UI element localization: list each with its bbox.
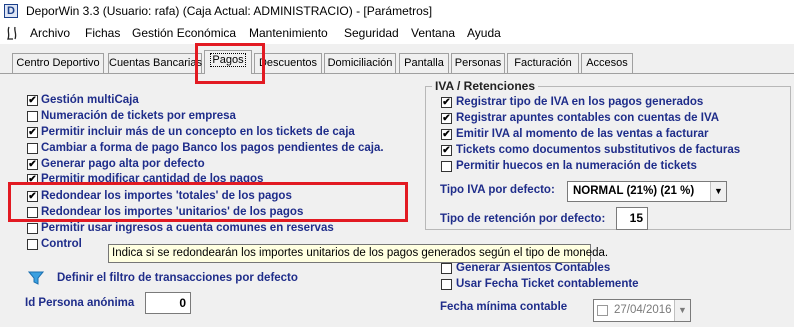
tab-cuentas-bancarias[interactable]: Cuentas Bancarias <box>108 53 202 73</box>
label-tickets-substitutivos: Tickets como documentos substitutivos de… <box>456 144 741 156</box>
checkbox-varios-conceptos[interactable]: ✔ <box>27 127 38 138</box>
retencion-label: Tipo de retención por defecto: <box>440 213 606 225</box>
window-title: DeporWin 3.3 (Usuario: rafa) (Caja Actua… <box>26 4 433 18</box>
checkbox-fecha-ticket[interactable] <box>441 279 452 290</box>
tab-accesos[interactable]: Accesos <box>581 53 633 73</box>
menu-gestion-economica[interactable]: Gestión Económica <box>132 26 236 40</box>
checkbox-gestion-multicaja[interactable]: ✔ <box>27 95 38 106</box>
persona-input[interactable]: 0 <box>145 292 191 314</box>
checkbox-numeracion-tickets[interactable] <box>27 111 38 122</box>
checkbox-control[interactable] <box>27 239 38 250</box>
tab-facturacion[interactable]: Facturación <box>507 53 579 73</box>
label-registrar-iva: Registrar tipo de IVA en los pagos gener… <box>456 96 704 108</box>
label-pago-alta: Generar pago alta por defecto <box>41 158 205 170</box>
highlight-pagos-tab <box>195 43 265 84</box>
checkbox-tickets-substitutivos[interactable]: ✔ <box>441 145 452 156</box>
tab-pantalla[interactable]: Pantalla <box>399 53 449 73</box>
document-icon[interactable] <box>6 25 22 41</box>
highlight-redondeo-options <box>8 182 408 222</box>
fecha-minima-label: Fecha mínima contable <box>440 301 568 313</box>
fecha-enable-checkbox[interactable] <box>597 305 608 316</box>
menu-fichas[interactable]: Fichas <box>85 26 120 40</box>
iva-group-title: IVA / Retenciones <box>432 79 539 93</box>
fecha-minima-picker[interactable]: 27/04/2016 ▼ <box>593 299 691 322</box>
label-fecha-ticket: Usar Fecha Ticket contablemente <box>456 278 639 290</box>
label-apuntes-contables: Registrar apuntes contables con cuentas … <box>456 112 720 124</box>
label-ingresos-cuenta: Permitir usar ingresos a cuenta comunes … <box>41 222 334 234</box>
menu-ventana[interactable]: Ventana <box>411 26 455 40</box>
label-gestion-multicaja: Gestión multiCaja <box>41 94 139 106</box>
menu-seguridad[interactable]: Seguridad <box>344 26 399 40</box>
checkbox-huecos-numeracion[interactable] <box>441 161 452 172</box>
checkbox-registrar-iva[interactable]: ✔ <box>441 97 452 108</box>
tooltip: Indica si se redondearán los importes un… <box>108 244 608 263</box>
menu-mantenimiento[interactable]: Mantenimiento <box>249 26 328 40</box>
checkbox-asientos-contables[interactable] <box>441 263 452 274</box>
tab-personas[interactable]: Personas <box>451 53 505 73</box>
checkbox-ingresos-cuenta[interactable] <box>27 223 38 234</box>
label-huecos-numeracion: Permitir huecos en la numeración de tick… <box>456 160 697 172</box>
checkbox-pago-alta[interactable]: ✔ <box>27 159 38 170</box>
label-asientos-contables: Generar Asientos Contables <box>456 262 611 274</box>
tab-domiciliacion[interactable]: Domiciliación <box>324 53 396 73</box>
tab-centro-deportivo[interactable]: Centro Deportivo <box>12 53 104 73</box>
tipo-iva-select[interactable]: NORMAL (21%) (21 %) ▼ <box>567 181 727 202</box>
chevron-down-icon[interactable]: ▼ <box>710 182 726 201</box>
retencion-input[interactable]: 15 <box>616 207 648 230</box>
checkbox-emitir-iva[interactable]: ✔ <box>441 129 452 140</box>
label-cambiar-banco: Cambiar a forma de pago Banco los pagos … <box>41 142 384 154</box>
tipo-iva-value: NORMAL (21%) (21 %) <box>573 185 695 197</box>
menu-ayuda[interactable]: Ayuda <box>467 26 501 40</box>
app-icon: D <box>4 4 18 18</box>
checkbox-cambiar-banco[interactable] <box>27 143 38 154</box>
label-numeracion-tickets: Numeración de tickets por empresa <box>41 110 236 122</box>
filter-icon[interactable] <box>27 270 45 286</box>
filter-link[interactable]: Definir el filtro de transacciones por d… <box>57 272 298 284</box>
chevron-down-icon[interactable]: ▼ <box>674 300 690 321</box>
tipo-iva-label: Tipo IVA por defecto: <box>440 184 555 196</box>
fecha-minima-value: 27/04/2016 <box>614 304 672 316</box>
label-control: Control <box>41 238 82 250</box>
checkbox-apuntes-contables[interactable]: ✔ <box>441 113 452 124</box>
label-varios-conceptos: Permitir incluir más de un concepto en l… <box>41 126 355 138</box>
label-emitir-iva: Emitir IVA al momento de las ventas a fa… <box>456 128 709 140</box>
menu-archivo[interactable]: Archivo <box>30 26 70 40</box>
tab-strip-line <box>0 73 794 74</box>
persona-label: Id Persona anónima <box>25 297 135 309</box>
